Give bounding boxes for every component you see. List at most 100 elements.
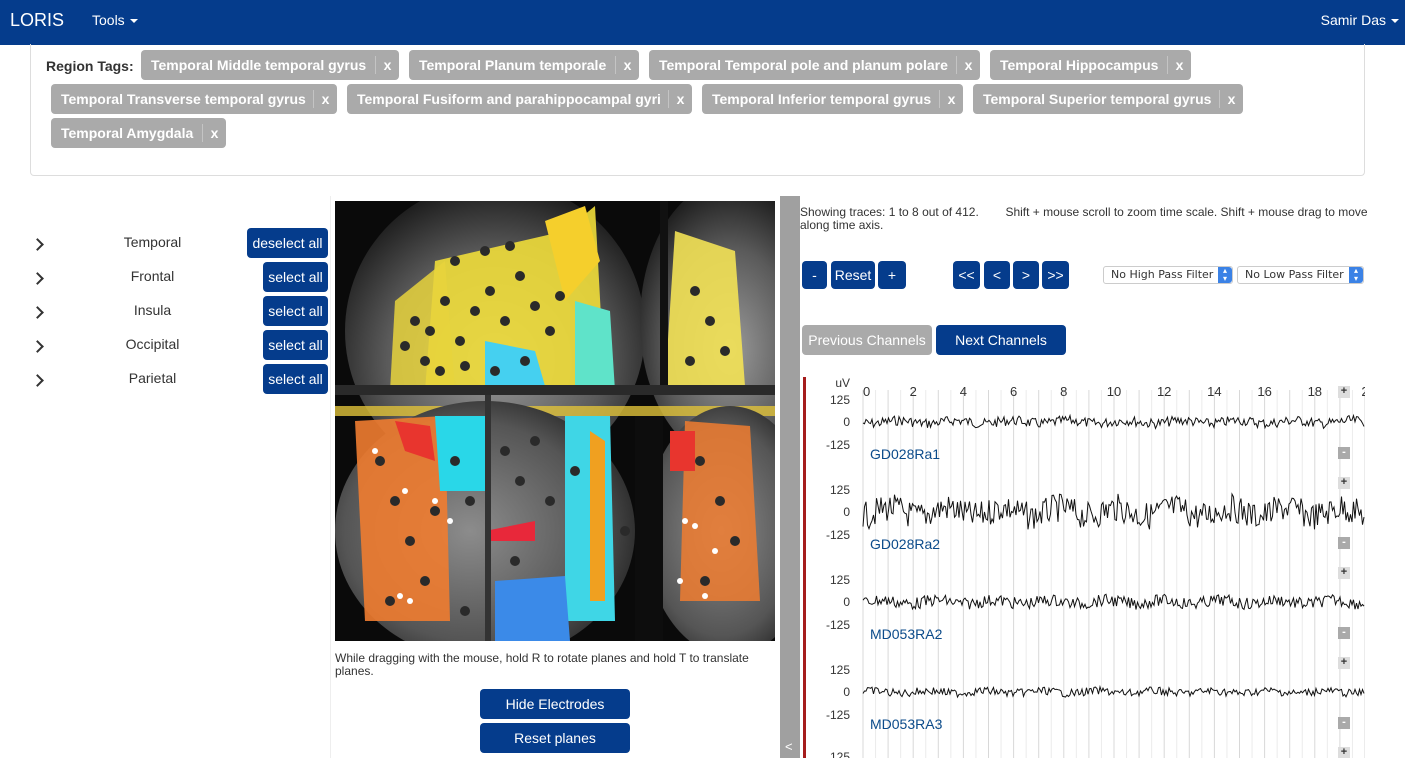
time-tick-label: 4: [960, 384, 967, 399]
chevron-right-icon[interactable]: [31, 272, 44, 285]
amplitude-tick-label: 0: [843, 595, 850, 609]
brain-3d-canvas[interactable]: [335, 201, 775, 641]
amplitude-tick-label: 0: [843, 505, 850, 519]
remove-tag-button[interactable]: x: [668, 90, 692, 108]
region-row-insula: Insula select all: [30, 296, 330, 326]
amplitude-increase-button[interactable]: +: [878, 261, 906, 289]
region-row-frontal: Frontal select all: [30, 262, 330, 292]
amplitude-tick-label: 125: [830, 663, 850, 677]
region-tag-label: Temporal Temporal pole and planum polare: [659, 57, 948, 73]
unit-label: uV: [835, 376, 850, 390]
region-tag: Temporal Superior temporal gyrus x: [973, 84, 1243, 114]
remove-tag-button[interactable]: x: [202, 124, 226, 142]
chevron-right-icon[interactable]: [31, 374, 44, 387]
remove-tag-button[interactable]: x: [939, 90, 963, 108]
time-prev-button[interactable]: <: [984, 261, 1010, 289]
hide-electrodes-button[interactable]: Hide Electrodes: [480, 689, 630, 719]
region-row-occipital: Occipital select all: [30, 330, 330, 360]
channel-name-label[interactable]: MD053RA3: [870, 716, 943, 732]
channel-zoom-out-button[interactable]: -: [1338, 717, 1350, 729]
region-name: Insula: [133, 302, 172, 318]
region-name: Temporal: [123, 234, 182, 250]
channel-name-label[interactable]: GD028Ra2: [870, 536, 940, 552]
time-tick-label: 6: [1010, 384, 1017, 399]
time-tick-label: 18: [1308, 384, 1322, 399]
time-last-button[interactable]: >>: [1042, 261, 1069, 289]
next-channels-button[interactable]: Next Channels: [936, 325, 1066, 355]
region-name: Parietal: [128, 370, 177, 386]
amplitude-tick-label: 125: [830, 393, 850, 407]
low-pass-filter-select[interactable]: No Low Pass Filter ▴ ▾: [1237, 266, 1364, 284]
amplitude-tick-label: -125: [826, 708, 850, 722]
region-row-temporal: Temporal deselect all: [30, 228, 330, 258]
region-tag-label: Temporal Middle temporal gyrus: [151, 57, 367, 73]
amplitude-tick-label: 125: [830, 573, 850, 587]
region-tag: Temporal Transverse temporal gyrus x: [51, 84, 337, 114]
channel-zoom-in-button[interactable]: +: [1338, 657, 1350, 669]
amplitude-tick-label: 0: [843, 685, 850, 699]
amplitude-reset-button[interactable]: Reset: [831, 261, 875, 289]
region-tag: Temporal Hippocampus x: [990, 50, 1191, 80]
time-next-button[interactable]: >: [1013, 261, 1039, 289]
user-menu[interactable]: Samir Das: [1321, 12, 1399, 28]
chevron-right-icon[interactable]: [31, 238, 44, 251]
chevron-right-icon[interactable]: [31, 340, 44, 353]
time-tick-label: 2: [1361, 384, 1365, 399]
channel-zoom-in-button[interactable]: +: [1338, 567, 1350, 579]
brand-logo[interactable]: LORIS: [10, 10, 64, 31]
remove-tag-button[interactable]: x: [375, 56, 399, 74]
channel-zoom-out-button[interactable]: -: [1338, 447, 1350, 459]
brain-viewer-instructions: While dragging with the mouse, hold R to…: [335, 651, 749, 678]
deselect-all-button[interactable]: deselect all: [247, 228, 328, 258]
region-tag-label: Temporal Transverse temporal gyrus: [61, 91, 306, 107]
region-name: Frontal: [130, 268, 175, 284]
previous-channels-button[interactable]: Previous Channels: [802, 325, 932, 355]
low-pass-filter-value: No Low Pass Filter: [1245, 268, 1344, 281]
channel-name-label[interactable]: MD053RA2: [870, 626, 943, 642]
tools-menu-label: Tools: [92, 12, 125, 28]
region-tag-label: Temporal Fusiform and parahippocampal gy…: [357, 91, 661, 107]
time-first-button[interactable]: <<: [953, 261, 980, 289]
channel-name-label[interactable]: GD028Ra1: [870, 446, 940, 462]
top-navbar: LORIS Tools Samir Das: [0, 0, 1405, 45]
collapse-arrow-icon: <: [785, 739, 793, 754]
remove-tag-button[interactable]: x: [615, 56, 639, 74]
eeg-trace-plot[interactable]: 0246810121416182 uV 1250-125GD028Ra11250…: [800, 370, 1365, 758]
high-pass-filter-select[interactable]: No High Pass Filter ▴ ▾: [1103, 266, 1233, 284]
channel-zoom-in-button[interactable]: +: [1338, 386, 1350, 398]
chevron-right-icon[interactable]: [31, 306, 44, 319]
remove-tag-button[interactable]: x: [1167, 56, 1191, 74]
region-tag-label: Temporal Planum temporale: [419, 57, 607, 73]
signal-viewer-info: Showing traces: 1 to 8 out of 412. Shift…: [800, 206, 1370, 232]
time-tick-label: 12: [1157, 384, 1171, 399]
region-tag-label: Temporal Superior temporal gyrus: [983, 91, 1212, 107]
region-tag: Temporal Planum temporale x: [409, 50, 639, 80]
select-all-button[interactable]: select all: [263, 330, 328, 360]
time-tick-label: 16: [1257, 384, 1271, 399]
amplitude-tick-label: -125: [826, 618, 850, 632]
region-name: Occipital: [125, 336, 180, 352]
region-tags-label: Region Tags:: [46, 58, 134, 74]
brain-render-image: [335, 201, 775, 641]
channel-zoom-in-button[interactable]: +: [1338, 747, 1350, 758]
region-tag-label: Temporal Amygdala: [61, 125, 194, 141]
remove-tag-button[interactable]: x: [956, 56, 980, 74]
channel-zoom-out-button[interactable]: -: [1338, 627, 1350, 639]
region-tag-label: Temporal Inferior temporal gyrus: [712, 91, 932, 107]
amplitude-decrease-button[interactable]: -: [802, 261, 827, 289]
panel-collapse-handle[interactable]: <: [780, 196, 800, 758]
chevron-down-icon: [129, 19, 138, 23]
select-arrows-icon: ▴ ▾: [1218, 267, 1232, 283]
remove-tag-button[interactable]: x: [313, 90, 337, 108]
select-all-button[interactable]: select all: [263, 296, 328, 326]
reset-planes-button[interactable]: Reset planes: [480, 723, 630, 753]
amplitude-tick-label: 125: [830, 750, 850, 758]
channel-zoom-out-button[interactable]: -: [1338, 537, 1350, 549]
time-tick-label: 0: [863, 384, 870, 399]
select-all-button[interactable]: select all: [263, 262, 328, 292]
remove-tag-button[interactable]: x: [1219, 90, 1243, 108]
tools-menu[interactable]: Tools: [92, 12, 138, 28]
channel-zoom-in-button[interactable]: +: [1338, 477, 1350, 489]
region-tag: Temporal Fusiform and parahippocampal gy…: [347, 84, 692, 114]
select-all-button[interactable]: select all: [263, 364, 328, 394]
